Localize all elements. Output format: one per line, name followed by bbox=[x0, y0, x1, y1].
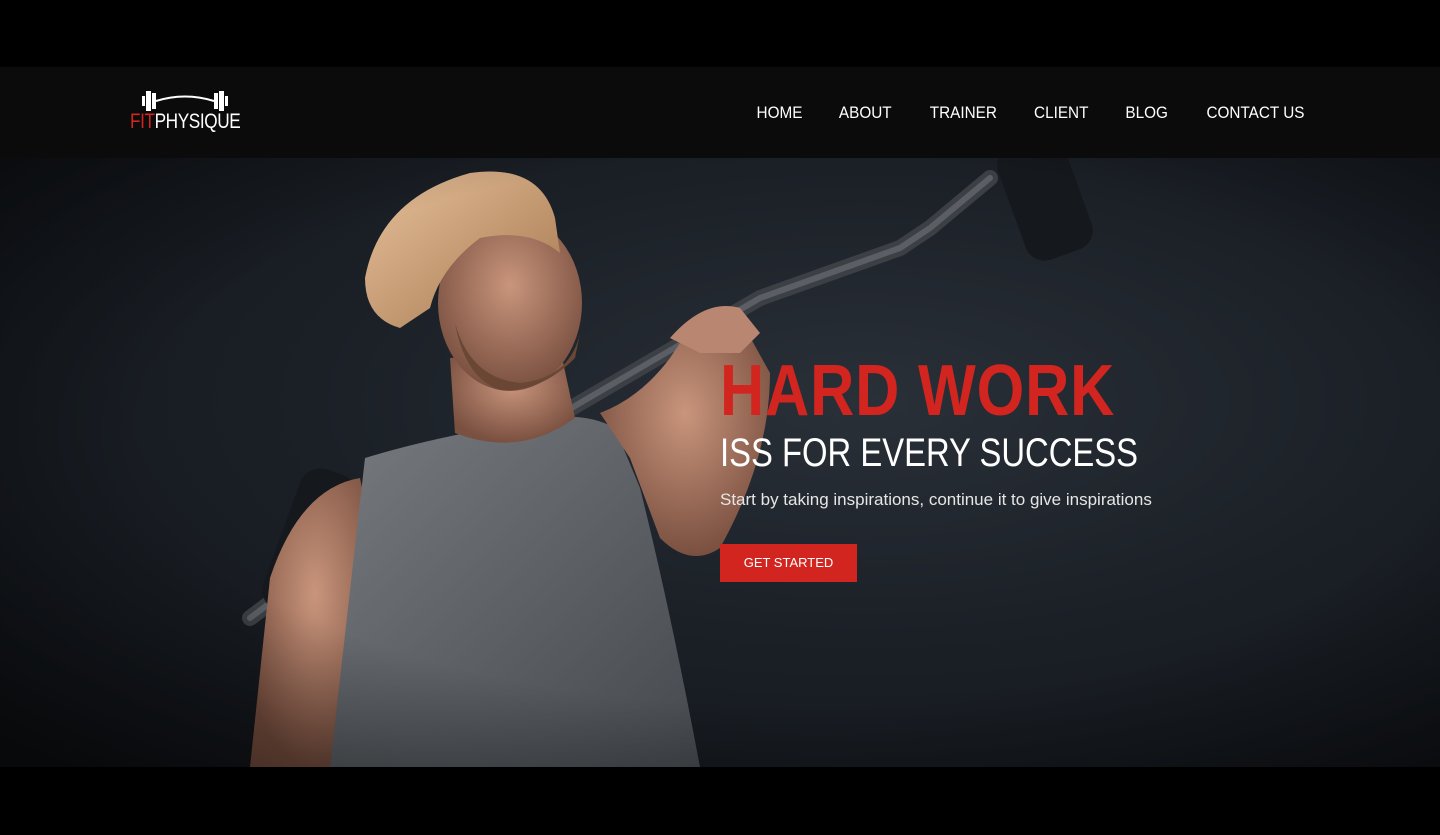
nav-trainer[interactable]: TRAINER bbox=[929, 103, 996, 123]
page: FITPHYSIQUE HOME ABOUT TRAINER CLIENT BL… bbox=[0, 0, 1440, 835]
site-header: FITPHYSIQUE HOME ABOUT TRAINER CLIENT BL… bbox=[0, 67, 1440, 158]
get-started-button[interactable]: GET STARTED bbox=[720, 544, 857, 582]
logo-fit-text: FIT bbox=[130, 110, 155, 133]
hero-title: HARD WORK bbox=[720, 351, 1116, 431]
logo-wordmark: FITPHYSIQUE bbox=[130, 110, 241, 134]
barbell-icon bbox=[142, 91, 228, 111]
nav-contact-us[interactable]: CONTACT US bbox=[1207, 103, 1305, 123]
logo[interactable]: FITPHYSIQUE bbox=[130, 88, 241, 138]
main-nav: HOME ABOUT TRAINER CLIENT BLOG CONTACT U… bbox=[754, 67, 1310, 158]
nav-client[interactable]: CLIENT bbox=[1034, 103, 1088, 123]
nav-home[interactable]: HOME bbox=[757, 103, 803, 123]
hero-description: Start by taking inspirations, continue i… bbox=[720, 490, 1152, 509]
hero-section: HARD WORK ISS FOR EVERY SUCCESS Start by… bbox=[0, 158, 1440, 767]
nav-about[interactable]: ABOUT bbox=[839, 103, 892, 123]
hero-subtitle: ISS FOR EVERY SUCCESS bbox=[720, 431, 1139, 475]
logo-physique-text: PHYSIQUE bbox=[154, 110, 241, 133]
nav-blog[interactable]: BLOG bbox=[1125, 103, 1168, 123]
